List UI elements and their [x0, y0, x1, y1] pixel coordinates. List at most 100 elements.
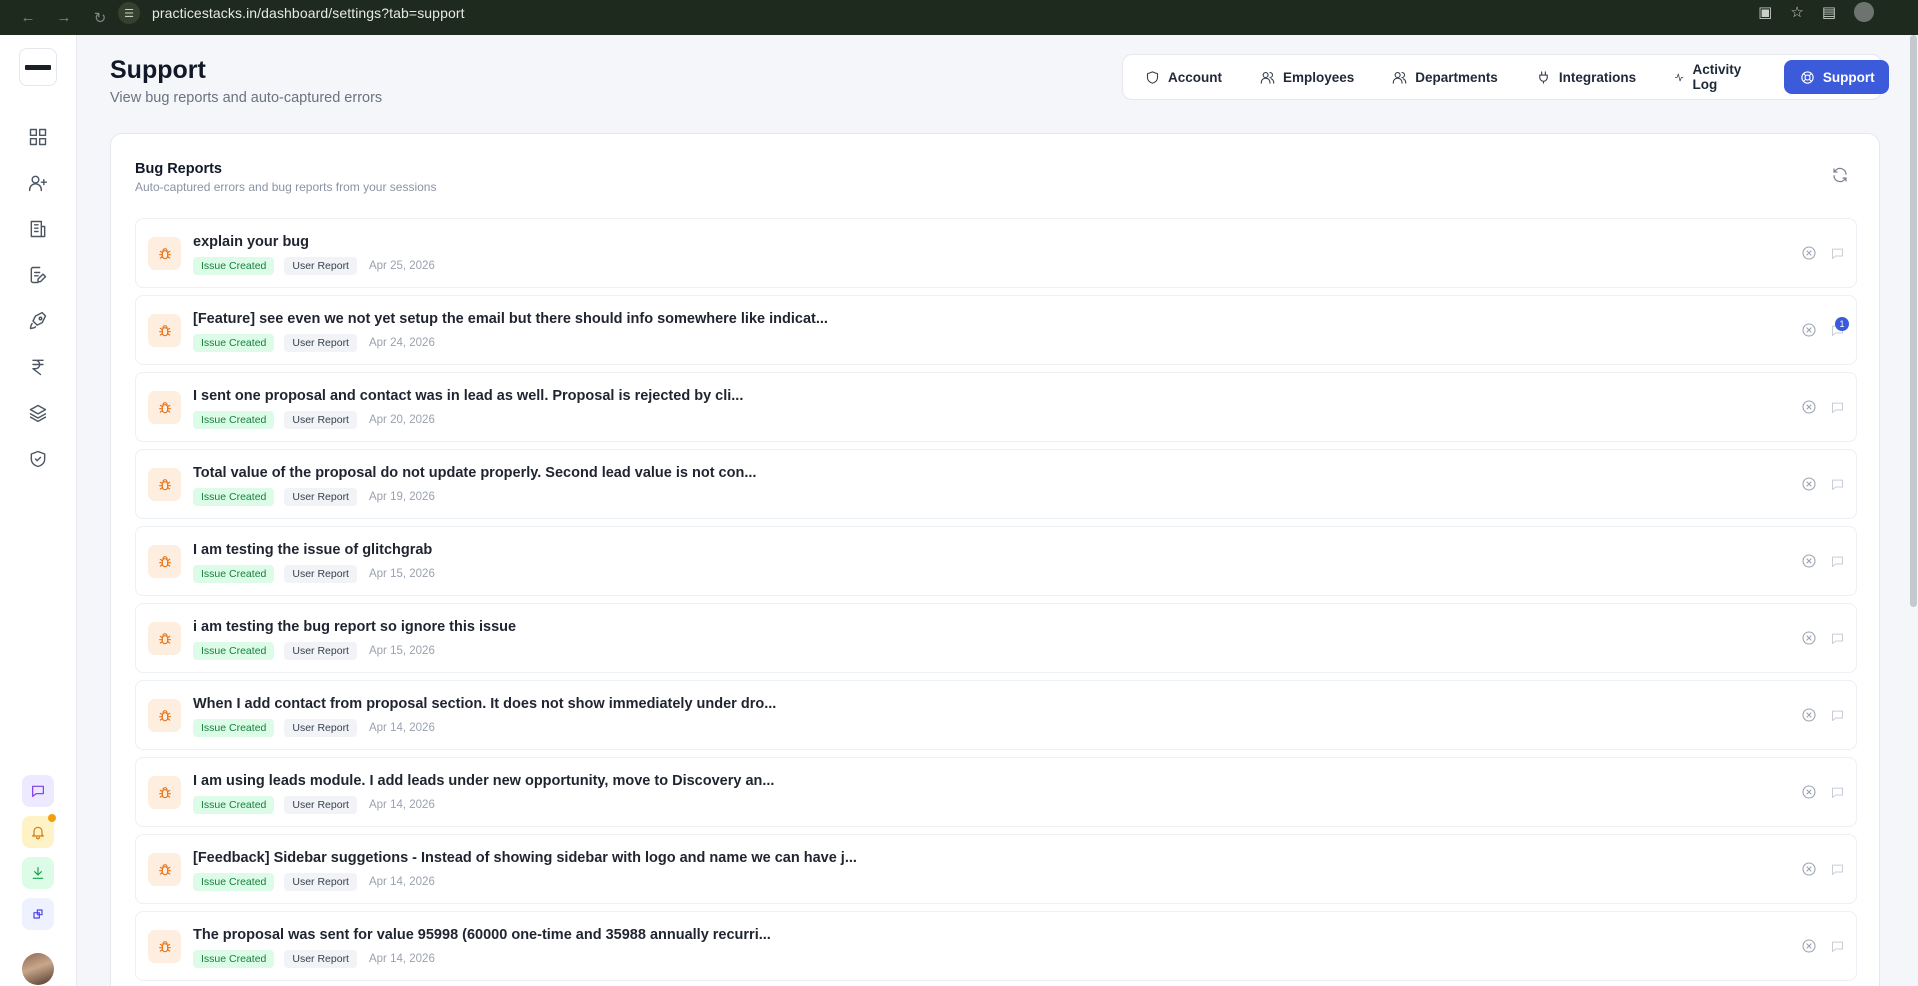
source-badge: User Report	[284, 334, 357, 352]
status-badge: Issue Created	[193, 565, 275, 583]
tab-activity-log[interactable]: Activity Log	[1674, 60, 1746, 94]
bug-reports-card: Bug Reports Auto-captured errors and bug…	[110, 133, 1880, 986]
refresh-icon[interactable]	[1831, 166, 1849, 184]
comment-icon[interactable]	[1830, 400, 1845, 415]
bug-report-row[interactable]: explain your bug Issue Created User Repo…	[135, 218, 1857, 288]
reload-icon[interactable]: ↻	[82, 6, 118, 30]
report-date: Apr 15, 2026	[368, 568, 435, 580]
bookmark-star-icon[interactable]: ☆	[1790, 3, 1803, 21]
install-icon[interactable]: ▣	[1758, 3, 1772, 21]
close-circle-icon[interactable]	[1801, 399, 1817, 415]
tab-employees[interactable]: Employees	[1260, 60, 1354, 94]
bug-report-title[interactable]: The proposal was sent for value 95998 (6…	[193, 927, 771, 943]
sidebar	[0, 35, 77, 986]
status-badge: Issue Created	[193, 411, 275, 429]
page-title: Support	[110, 56, 206, 84]
url-text[interactable]: practicestacks.in/dashboard/settings?tab…	[152, 5, 465, 21]
close-circle-icon[interactable]	[1801, 784, 1817, 800]
bug-report-row[interactable]: [Feature] see even we not yet setup the …	[135, 295, 1857, 365]
bug-report-title[interactable]: [Feature] see even we not yet setup the …	[193, 311, 828, 327]
shield-check-icon[interactable]	[24, 445, 52, 473]
tab-account[interactable]: Account	[1145, 60, 1222, 94]
close-circle-icon[interactable]	[1801, 707, 1817, 723]
bug-report-meta: Issue Created User Report Apr 14, 2026	[193, 873, 435, 891]
bug-report-title[interactable]: I am using leads module. I add leads und…	[193, 773, 774, 789]
comment-icon[interactable]	[1830, 708, 1845, 723]
close-circle-icon[interactable]	[1801, 476, 1817, 492]
user-plus-icon[interactable]	[24, 169, 52, 197]
bug-icon	[148, 545, 181, 578]
bug-icon	[148, 776, 181, 809]
tab-departments[interactable]: Departments	[1392, 60, 1498, 94]
user-avatar[interactable]	[22, 953, 54, 985]
report-date: Apr 14, 2026	[368, 799, 435, 811]
building-icon[interactable]	[24, 215, 52, 243]
status-badge: Issue Created	[193, 950, 275, 968]
comment-icon[interactable]	[1830, 631, 1845, 646]
bug-report-title[interactable]: Total value of the proposal do not updat…	[193, 465, 756, 481]
close-circle-icon[interactable]	[1801, 938, 1817, 954]
close-circle-icon[interactable]	[1801, 322, 1817, 338]
bug-report-meta: Issue Created User Report Apr 14, 2026	[193, 796, 435, 814]
close-circle-icon[interactable]	[1801, 630, 1817, 646]
bug-report-row[interactable]: The proposal was sent for value 95998 (6…	[135, 911, 1857, 981]
bug-report-widget-icon[interactable]	[22, 898, 54, 930]
bug-report-meta: Issue Created User Report Apr 15, 2026	[193, 642, 435, 660]
close-circle-icon[interactable]	[1801, 245, 1817, 261]
comment-icon[interactable]	[1830, 477, 1845, 492]
bug-icon	[148, 699, 181, 732]
app-logo[interactable]	[19, 48, 57, 86]
comment-icon[interactable]	[1830, 246, 1845, 261]
bug-icon	[148, 468, 181, 501]
bug-report-title[interactable]: When I add contact from proposal section…	[193, 696, 776, 712]
search-tab-icon[interactable]: ▤	[1822, 3, 1836, 21]
bug-report-row[interactable]: [Feedback] Sidebar suggetions - Instead …	[135, 834, 1857, 904]
browser-profile-avatar[interactable]	[1854, 2, 1874, 22]
tab-employees-label: Employees	[1283, 69, 1355, 85]
plug-icon	[1539, 70, 1548, 84]
bug-report-title[interactable]: i am testing the bug report so ignore th…	[193, 619, 516, 635]
bug-report-row[interactable]: i am testing the bug report so ignore th…	[135, 603, 1857, 673]
comment-icon[interactable]	[1830, 939, 1845, 954]
dashboard-icon[interactable]	[24, 123, 52, 151]
bug-report-row[interactable]: Total value of the proposal do not updat…	[135, 449, 1857, 519]
comment-icon[interactable]	[1830, 862, 1845, 877]
bug-report-title[interactable]: explain your bug	[193, 234, 309, 250]
close-circle-icon[interactable]	[1801, 861, 1817, 877]
file-edit-icon[interactable]	[24, 261, 52, 289]
scrollbar-thumb[interactable]	[1910, 35, 1917, 607]
source-badge: User Report	[284, 873, 357, 891]
tab-account-label: Account	[1168, 69, 1222, 85]
bug-report-row[interactable]: I sent one proposal and contact was in l…	[135, 372, 1857, 442]
rupee-icon[interactable]	[24, 353, 52, 381]
bug-report-row[interactable]: When I add contact from proposal section…	[135, 680, 1857, 750]
bug-report-title[interactable]: I am testing the issue of glitchgrab	[193, 542, 432, 558]
notification-bell-icon[interactable]	[22, 814, 56, 848]
tab-integrations[interactable]: Integrations	[1536, 60, 1636, 94]
status-badge: Issue Created	[193, 334, 275, 352]
bug-report-row[interactable]: I am using leads module. I add leads und…	[135, 757, 1857, 827]
source-badge: User Report	[284, 411, 357, 429]
bug-icon	[148, 853, 181, 886]
bug-icon	[148, 622, 181, 655]
bug-report-title[interactable]: [Feedback] Sidebar suggetions - Instead …	[193, 850, 857, 866]
address-bar[interactable]: ☰ practicestacks.in/dashboard/settings?t…	[118, 2, 1798, 24]
back-icon[interactable]: ←	[10, 6, 46, 30]
bug-report-title[interactable]: I sent one proposal and contact was in l…	[193, 388, 743, 404]
forward-icon[interactable]: →	[46, 6, 82, 30]
layers-icon[interactable]	[24, 399, 52, 427]
comment-icon[interactable]	[1830, 785, 1845, 800]
comment-icon[interactable]	[1830, 554, 1845, 569]
source-badge: User Report	[284, 488, 357, 506]
bug-report-row[interactable]: I am testing the issue of glitchgrab Iss…	[135, 526, 1857, 596]
download-icon[interactable]	[22, 857, 54, 889]
page-scrollbar[interactable]	[1909, 35, 1918, 986]
rocket-icon[interactable]	[24, 307, 52, 335]
chat-icon[interactable]	[22, 775, 54, 807]
site-settings-icon[interactable]: ☰	[118, 2, 140, 24]
tab-support[interactable]: Support	[1783, 60, 1889, 94]
close-circle-icon[interactable]	[1801, 553, 1817, 569]
report-date: Apr 20, 2026	[368, 414, 435, 426]
report-date: Apr 24, 2026	[368, 337, 435, 349]
browser-toolbar: ← → ↻ ☰ practicestacks.in/dashboard/sett…	[0, 0, 1918, 35]
